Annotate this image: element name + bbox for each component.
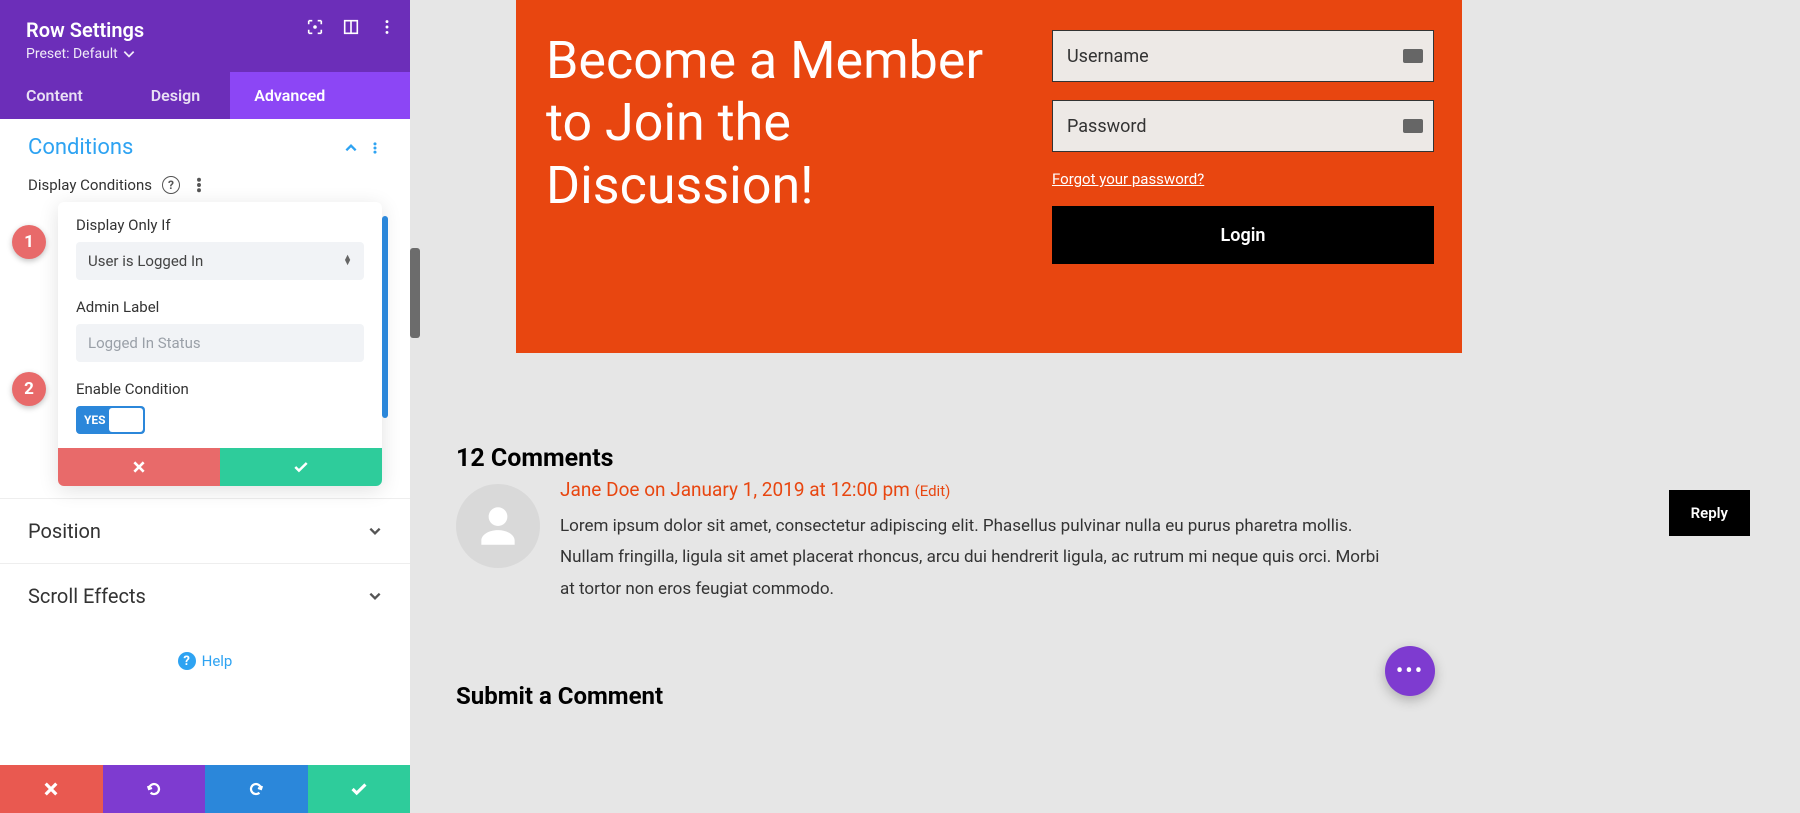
section-conditions-header[interactable]: Conditions <box>28 135 382 160</box>
preset-label: Preset: Default <box>26 46 118 62</box>
admin-label-label: Admin Label <box>76 298 364 316</box>
user-icon <box>473 501 523 551</box>
cta-headline: Become a Member to Join the Discussion! <box>546 30 1022 217</box>
tab-design[interactable]: Design <box>121 72 230 119</box>
panel-body: Conditions Display Conditions ? Display … <box>0 119 410 765</box>
check-icon <box>293 459 309 475</box>
display-only-if-label: Display Only If <box>76 216 364 234</box>
avatar <box>456 484 540 568</box>
kebab-menu-icon[interactable] <box>368 141 382 155</box>
close-icon <box>132 460 146 474</box>
help-label: Help <box>202 652 233 670</box>
section-scroll-effects[interactable]: Scroll Effects <box>0 564 410 628</box>
layout-toggle-icon[interactable] <box>342 18 360 36</box>
comment-date: on January 1, 2019 at 12:00 pm <box>639 478 914 501</box>
comment-body: Jane Doe on January 1, 2019 at 12:00 pm … <box>560 478 1750 605</box>
submit-comment-heading: Submit a Comment <box>456 682 663 710</box>
admin-label-input[interactable]: Logged In Status <box>76 324 364 362</box>
focus-icon[interactable] <box>306 18 324 36</box>
kebab-menu-icon[interactable] <box>378 18 396 36</box>
chevron-up-icon <box>344 141 358 155</box>
settings-panel: Row Settings Preset: Default Content Des… <box>0 0 410 813</box>
kebab-menu-icon[interactable] <box>190 176 208 194</box>
card-actions <box>58 448 382 486</box>
redo-icon <box>246 779 266 799</box>
reply-button[interactable]: Reply <box>1669 490 1750 536</box>
select-caret-icon: ▲▼ <box>343 256 352 266</box>
enable-condition-toggle[interactable]: YES <box>76 406 145 434</box>
canvas-resize-handle[interactable] <box>410 248 420 338</box>
footer-redo-button[interactable] <box>205 765 308 813</box>
section-position[interactable]: Position <box>0 499 410 563</box>
login-form-column: Username Password Forgot your password? … <box>1052 0 1462 353</box>
chevron-down-icon <box>368 589 382 603</box>
display-conditions-label: Display Conditions <box>28 176 152 194</box>
close-icon <box>43 781 59 797</box>
panel-header-actions <box>306 18 396 36</box>
password-input[interactable]: Password <box>1052 100 1434 152</box>
preset-selector[interactable]: Preset: Default <box>26 46 384 62</box>
panel-header: Row Settings Preset: Default <box>0 0 410 72</box>
page-canvas: Become a Member to Join the Discussion! … <box>410 0 1800 813</box>
tab-advanced[interactable]: Advanced <box>230 72 410 119</box>
section-conditions-title: Conditions <box>28 135 133 160</box>
username-input[interactable]: Username <box>1052 30 1434 82</box>
cta-text-column: Become a Member to Join the Discussion! <box>516 0 1052 353</box>
ellipsis-icon: ••• <box>1396 659 1424 684</box>
display-only-if-value: User is Logged In <box>88 252 203 270</box>
help-link[interactable]: ? Help <box>0 628 410 694</box>
membership-cta-row: Become a Member to Join the Discussion! … <box>516 0 1462 353</box>
login-button[interactable]: Login <box>1052 206 1434 264</box>
display-conditions-field: Display Conditions ? <box>28 176 382 194</box>
keyboard-icon <box>1403 119 1423 133</box>
condition-confirm-button[interactable] <box>220 448 382 486</box>
tab-content[interactable]: Content <box>0 72 121 119</box>
footer-undo-button[interactable] <box>103 765 206 813</box>
forgot-password-link[interactable]: Forgot your password? <box>1052 170 1434 188</box>
enable-condition-label: Enable Condition <box>76 380 364 398</box>
section-conditions: Conditions Display Conditions ? Display … <box>0 119 410 498</box>
annotation-badge-1: 1 <box>12 225 46 259</box>
help-icon[interactable]: ? <box>162 176 180 194</box>
comment-edit-link[interactable]: (Edit) <box>915 482 951 500</box>
section-position-title: Position <box>28 519 101 543</box>
footer-save-button[interactable] <box>308 765 411 813</box>
check-icon <box>350 780 368 798</box>
undo-icon <box>144 779 164 799</box>
comment-meta: Jane Doe on January 1, 2019 at 12:00 pm … <box>560 478 1750 501</box>
condition-card: Display Only If User is Logged In ▲▼ Adm… <box>58 202 382 486</box>
footer-close-button[interactable] <box>0 765 103 813</box>
annotation-badge-2: 2 <box>12 372 46 406</box>
comment-author[interactable]: Jane Doe <box>560 478 639 501</box>
display-only-if-select[interactable]: User is Logged In ▲▼ <box>76 242 364 280</box>
toggle-value: YES <box>78 413 112 427</box>
password-placeholder: Password <box>1067 116 1147 137</box>
chevron-down-icon <box>368 524 382 538</box>
username-placeholder: Username <box>1067 46 1149 67</box>
condition-cancel-button[interactable] <box>58 448 220 486</box>
panel-footer-bar <box>0 765 410 813</box>
builder-fab-button[interactable]: ••• <box>1385 646 1435 696</box>
help-icon: ? <box>178 652 196 670</box>
keyboard-icon <box>1403 49 1423 63</box>
panel-tabs: Content Design Advanced <box>0 72 410 119</box>
comment-item: Jane Doe on January 1, 2019 at 12:00 pm … <box>456 478 1750 605</box>
comment-text: Lorem ipsum dolor sit amet, consectetur … <box>560 511 1380 605</box>
toggle-knob <box>109 408 143 432</box>
section-scroll-effects-title: Scroll Effects <box>28 584 146 608</box>
comments-heading: 12 Comments <box>456 444 614 473</box>
chevron-down-icon <box>122 47 136 61</box>
